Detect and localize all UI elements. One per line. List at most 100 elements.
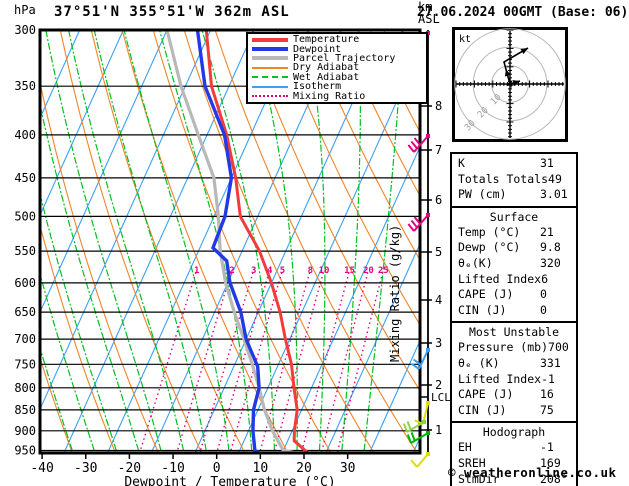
temp-tick-label: -40 <box>30 461 53 476</box>
panel-row: θₑ(K) 320 <box>452 256 576 272</box>
chart-legend: Temperature Dewpoint Parcel Trajectory Dry … <box>246 32 428 104</box>
temp-tick-label: 20 <box>296 461 312 476</box>
pressure-tick-label: 650 <box>14 305 36 319</box>
temp-tick-label: -20 <box>118 461 141 476</box>
pressure-tick-label: 950 <box>14 444 36 458</box>
panel-row: Lifted Index -1 <box>452 372 576 388</box>
panel-title: Surface <box>489 209 539 224</box>
panel-row-label: Temp (°C) <box>458 224 521 239</box>
legend-swatch-thin <box>252 66 288 69</box>
panel-row-value: 3.01 <box>540 187 568 202</box>
pressure-tick-label: 550 <box>14 244 36 258</box>
skewt-sounding-page: hPa 37°51'N 355°51'W 362m ASL km ASL 27.… <box>0 0 629 486</box>
panel-row-value: 75 <box>540 402 554 417</box>
panel-row: θₑ (K) 331 <box>452 356 576 372</box>
panel-row: CAPE (J) 16 <box>452 387 576 403</box>
panel-row-label: CAPE (J) <box>458 287 514 302</box>
svg-text:15: 15 <box>344 266 355 276</box>
km-tick-label: 3 <box>435 336 442 350</box>
legend-label: Mixing Ratio <box>293 90 366 102</box>
svg-text:10: 10 <box>319 266 330 276</box>
panel-row-value: 320 <box>540 255 561 270</box>
svg-text:2: 2 <box>229 266 234 276</box>
indices-panel: K 31 Totals Totals 49 PW (cm) 3.01 <box>450 152 578 208</box>
svg-text:8: 8 <box>308 266 313 276</box>
panel-row-value: -1 <box>541 371 555 386</box>
pressure-tick-label: 700 <box>14 332 36 346</box>
legend-swatch-thin <box>252 85 288 88</box>
legend-swatch-thick <box>252 56 288 61</box>
legend-swatch-thick <box>252 37 288 42</box>
pressure-tick-label: 900 <box>14 424 36 438</box>
temp-tick-label: 0 <box>213 461 221 476</box>
hodograph-panel: kt 10 20 30 <box>452 27 568 146</box>
altitude-axis: 1 2 3 4 5 6 7 8 LCL <box>420 99 451 437</box>
svg-text:20: 20 <box>363 266 374 276</box>
panel-row-label: Pressure (mb) <box>458 340 549 355</box>
panel-row: Temp (°C) 21 <box>452 225 576 241</box>
hodograph-origin-dot <box>508 82 512 86</box>
temp-tick-label: 30 <box>340 461 356 476</box>
panel-row-value: 9.8 <box>540 240 561 255</box>
panel-row: Totals Totals 49 <box>452 172 576 188</box>
panel-row-label: CIN (J) <box>458 302 507 317</box>
pressure-tick-label: 750 <box>14 357 36 371</box>
legend-label: Dry Adiabat <box>293 62 360 74</box>
km-tick-label: 7 <box>435 143 442 157</box>
panel-row-value: 331 <box>540 355 561 370</box>
panel-row-value: 49 <box>548 171 562 186</box>
pressure-tick-label: 500 <box>14 209 36 223</box>
pressure-tick-label: 800 <box>14 381 36 395</box>
panel-row: Pressure (mb) 700 <box>452 340 576 356</box>
pressure-tick-label: 400 <box>14 128 36 142</box>
svg-text:3: 3 <box>251 266 256 276</box>
pressure-tick-label: 350 <box>14 79 36 93</box>
panel-row-label: CAPE (J) <box>458 387 514 402</box>
panel-row-label: K <box>458 156 465 170</box>
panel-row-value: 21 <box>540 224 554 239</box>
temp-tick-label: -30 <box>74 461 97 476</box>
panel-row-label: Lifted Index <box>458 271 542 286</box>
km-tick-label: 4 <box>435 293 442 307</box>
legend-item: Isotherm <box>252 81 426 93</box>
indices-panels: K 31 Totals Totals 49 PW (cm) 3.01 Surface Temp… <box>450 152 578 486</box>
pressure-tick-label: 300 <box>14 23 36 37</box>
hodograph-unit-label: kt <box>459 34 471 45</box>
legend-swatch-thick <box>252 47 288 52</box>
legend-swatch-dashed <box>252 76 288 79</box>
temp-tick-label: 10 <box>253 461 269 476</box>
panel-row-label: CIN (J) <box>458 402 507 417</box>
indices-panel-surface: Surface Temp (°C) 21 Dewp (°C) 9.8 θₑ(K) 320 Li… <box>450 205 578 324</box>
x-axis-title: Dewpoint / Temperature (°C) <box>124 475 335 486</box>
km-tick-label: 6 <box>435 193 442 207</box>
svg-text:5: 5 <box>280 266 285 276</box>
panel-row: CAPE (J) 0 <box>452 287 576 303</box>
legend-swatch-dotted <box>252 95 288 98</box>
panel-row-label: PW (cm) <box>458 187 507 202</box>
mixing-axis-title: Mixing Ratio (g/kg) <box>388 225 402 362</box>
panel-row-value: 16 <box>540 387 554 402</box>
legend-label: Temperature <box>293 34 360 46</box>
panel-row-label: Lifted Index <box>458 371 542 386</box>
panel-row: Dewp (°C) 9.8 <box>452 240 576 256</box>
panel-row: Lifted Index 6 <box>452 272 576 288</box>
panel-title: Hodograph <box>482 425 546 440</box>
panel-row-label: Totals Totals <box>458 171 549 186</box>
km-tick-label: 2 <box>435 378 442 392</box>
panel-row: CIN (J) 75 <box>452 403 576 419</box>
panel-row-value: 0 <box>540 302 547 317</box>
legend-label: Isotherm <box>293 81 342 93</box>
panel-row-label: EH <box>458 440 472 455</box>
panel-row-value: 6 <box>541 271 549 286</box>
panel-row-label: Dewp (°C) <box>458 240 521 255</box>
panel-row: EH -1 <box>452 440 576 456</box>
panel-row-value: -1 <box>540 440 554 455</box>
svg-text:4: 4 <box>267 266 273 276</box>
temp-tick-label: -10 <box>161 461 184 476</box>
pressure-tick-label: 600 <box>14 276 36 290</box>
panel-row: K 31 <box>452 156 576 172</box>
legend-item: Temperature <box>252 34 426 46</box>
panel-row: CIN (J) 0 <box>452 303 576 319</box>
km-tick-label: 5 <box>435 245 442 259</box>
legend-item: Mixing Ratio <box>252 90 426 102</box>
